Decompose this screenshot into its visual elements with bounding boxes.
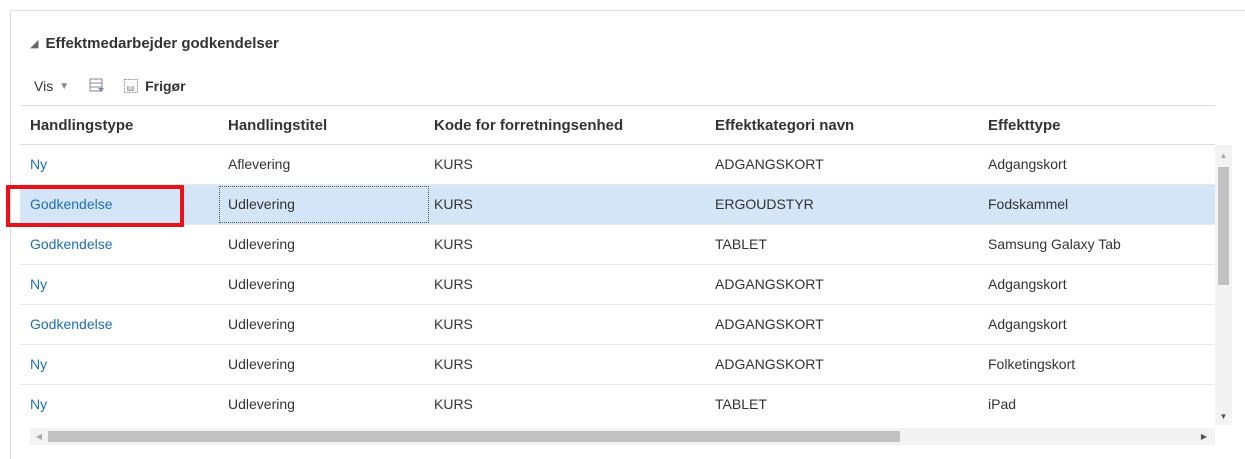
panel-header[interactable]: ◢ Effektmedarbejder godkendelser xyxy=(30,35,279,52)
kode-cell: KURS xyxy=(434,356,473,372)
handlingstitel-cell: Udlevering xyxy=(228,236,295,252)
kode-cell: KURS xyxy=(434,196,473,212)
collapse-icon[interactable]: ◢ xyxy=(30,37,38,50)
effekttype-cell: Fodskammel xyxy=(988,196,1069,212)
view-menu-label: Vis xyxy=(34,78,54,94)
kategori-cell: ADGANGSKORT xyxy=(715,316,824,332)
scroll-down-icon[interactable]: ▼ xyxy=(1215,408,1232,425)
kategori-cell: ERGOUDSTYR xyxy=(715,196,814,212)
table-row-selected[interactable]: Godkendelse Udlevering KURS ERGOUDSTYR F… xyxy=(20,185,1215,225)
handlingstitel-cell: Udlevering xyxy=(228,396,295,412)
handlingstitel-cell: Aflevering xyxy=(228,156,291,172)
kode-cell: KURS xyxy=(434,396,473,412)
kategori-cell: TABLET xyxy=(715,236,767,252)
chevron-down-icon: ▼ xyxy=(59,80,70,92)
kategori-cell: ADGANGSKORT xyxy=(715,276,824,292)
effekttype-cell: Samsung Galaxy Tab xyxy=(988,236,1121,252)
column-header-kode[interactable]: Kode for forretningsenhed xyxy=(434,106,623,145)
handlingstype-link[interactable]: Ny xyxy=(30,345,47,384)
handlingstype-link[interactable]: Godkendelse xyxy=(30,225,113,264)
scroll-left-icon[interactable]: ◀ xyxy=(32,428,46,445)
kode-cell: KURS xyxy=(434,316,473,332)
highlight-annotation xyxy=(6,185,184,227)
horizontal-scroll-thumb[interactable] xyxy=(48,431,900,442)
scroll-right-icon[interactable]: ▶ xyxy=(1197,428,1211,445)
handlingstitel-cell: Udlevering xyxy=(228,316,295,332)
freeze-icon xyxy=(124,79,139,93)
effekttype-cell: Adgangskort xyxy=(988,316,1067,332)
handlingstype-link[interactable]: Ny xyxy=(30,265,47,304)
panel-title: Effektmedarbejder godkendelser xyxy=(45,35,279,52)
column-header-handlingstitel[interactable]: Handlingstitel xyxy=(228,106,327,145)
table-row[interactable]: Ny Udlevering KURS ADGANGSKORT Folketing… xyxy=(20,345,1215,385)
view-menu-button[interactable]: Vis ▼ xyxy=(34,78,69,94)
kode-cell: KURS xyxy=(434,276,473,292)
effekttype-cell: Adgangskort xyxy=(988,276,1067,292)
kategori-cell: ADGANGSKORT xyxy=(715,356,824,372)
horizontal-scrollbar[interactable]: ◀ ▶ xyxy=(30,428,1215,445)
handlingstitel-cell: Udlevering xyxy=(228,196,295,212)
handlingstitel-cell: Udlevering xyxy=(228,276,295,292)
table-header: Handlingstype Handlingstitel Kode for fo… xyxy=(20,105,1215,145)
effekttype-cell: iPad xyxy=(988,396,1017,412)
freeze-button[interactable]: Frigør xyxy=(123,78,186,94)
column-header-kategori[interactable]: Effektkategori navn xyxy=(715,106,854,145)
scroll-up-icon[interactable]: ▲ xyxy=(1215,147,1232,164)
handlingstype-link[interactable]: Ny xyxy=(30,385,47,424)
table-toolbar: Vis ▼ Frigør xyxy=(34,75,186,97)
table-row[interactable]: Ny Aflevering KURS ADGANGSKORT Adgangsko… xyxy=(20,145,1215,185)
table-row[interactable]: Godkendelse Udlevering KURS TABLET Samsu… xyxy=(20,225,1215,265)
handlingstype-link[interactable]: Ny xyxy=(30,145,47,184)
column-header-effekttype[interactable]: Effekttype xyxy=(988,106,1061,145)
kategori-cell: TABLET xyxy=(715,396,767,412)
handlingstitel-cell: Udlevering xyxy=(228,356,295,372)
approvals-table: Handlingstype Handlingstitel Kode for fo… xyxy=(20,105,1215,435)
table-row[interactable]: Ny Udlevering KURS ADGANGSKORT Adgangsko… xyxy=(20,265,1215,305)
vertical-scroll-thumb[interactable] xyxy=(1218,167,1229,285)
detach-table-icon[interactable] xyxy=(89,78,105,94)
effekttype-cell: Folketingskort xyxy=(988,356,1076,372)
table-row[interactable]: Ny Udlevering KURS TABLET iPad xyxy=(20,385,1215,425)
kode-cell: KURS xyxy=(434,236,473,252)
handlingstype-link[interactable]: Godkendelse xyxy=(30,305,113,344)
kategori-cell: ADGANGSKORT xyxy=(715,156,824,172)
table-row[interactable]: Godkendelse Udlevering KURS ADGANGSKORT … xyxy=(20,305,1215,345)
effekttype-cell: Adgangskort xyxy=(988,156,1067,172)
freeze-label: Frigør xyxy=(145,78,186,94)
vertical-scrollbar[interactable]: ▲ ▼ xyxy=(1215,145,1232,425)
column-header-handlingstype[interactable]: Handlingstype xyxy=(30,106,133,145)
kode-cell: KURS xyxy=(434,156,473,172)
